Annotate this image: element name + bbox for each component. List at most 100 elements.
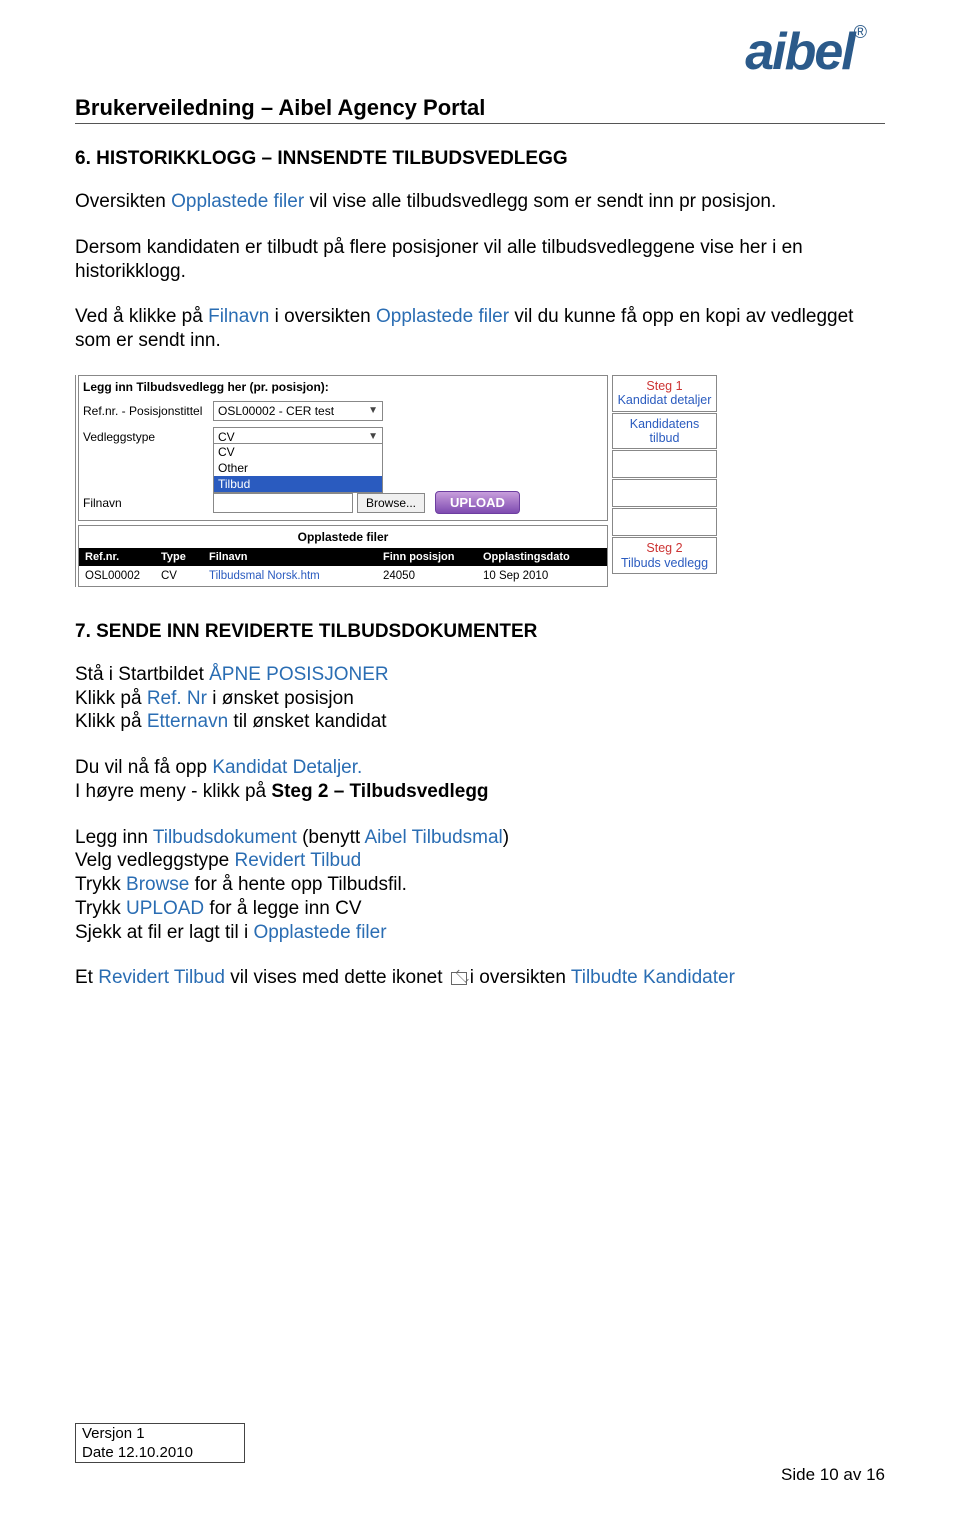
- chevron-down-icon: ▼: [368, 405, 378, 416]
- screenshot-left: Legg inn Tilbudsvedlegg her (pr. posisjo…: [78, 375, 608, 587]
- row-type: Vedleggstype CV ▼ CV Other Tilbud: [83, 424, 603, 450]
- row-file: Filnavn Browse... UPLOAD: [83, 490, 603, 516]
- uploaded-header: Ref.nr. Type Filnavn Finn posisjon Oppla…: [79, 548, 607, 566]
- side-steg1[interactable]: Steg 1 Kandidat detaljer: [612, 375, 717, 412]
- s7-l7-link: Revidert Tilbud: [235, 850, 362, 871]
- side-steg2[interactable]: Steg 2 Tilbuds vedlegg: [612, 537, 717, 574]
- s7-l7-pre: Velg vedleggstype: [75, 850, 235, 871]
- s7-l10-link: Opplastede filer: [253, 922, 386, 943]
- p3-l2: Opplastede filer: [376, 306, 509, 327]
- ur-fil[interactable]: Tilbudsmal Norsk.htm: [203, 566, 377, 586]
- logo-reg: ®: [854, 22, 865, 42]
- s7-l10: Sjekk at fil er lagt til i Opplastede fi…: [75, 921, 885, 945]
- upload-button[interactable]: UPLOAD: [435, 491, 520, 514]
- s7-l3-link: Etternavn: [147, 711, 228, 732]
- envelope-icon: [451, 972, 467, 985]
- s7-l9-link: UPLOAD: [126, 898, 204, 919]
- p1-post: vil vise alle tilbudsvedlegg som er send…: [304, 191, 776, 212]
- s7-l11: Et Revidert Tilbud vil vises med dette i…: [75, 966, 885, 990]
- s7-l10-pre: Sjekk at fil er lagt til i: [75, 922, 253, 943]
- side-kandidat-tilbud[interactable]: Kandidatens tilbud: [612, 413, 717, 450]
- kt-label: Kandidatens tilbud: [630, 417, 700, 445]
- browse-button[interactable]: Browse...: [357, 493, 425, 513]
- s7-l8-link: Browse: [126, 874, 189, 895]
- chevron-down-icon: ▼: [368, 431, 378, 442]
- s7-l3-pre: Klikk på: [75, 711, 147, 732]
- uh-dato: Opplastingsdato: [477, 548, 607, 566]
- s7-l11-mid: vil vises med dette ikonet: [225, 967, 448, 988]
- steg2-title: Steg 2: [646, 541, 682, 555]
- s7-l4-pre: Du vil nå få opp: [75, 757, 212, 778]
- p1-link: Opplastede filer: [171, 191, 304, 212]
- s7-l1: Stå i Startbildet ÅPNE POSISJONER: [75, 663, 885, 687]
- type-dropdown: CV Other Tilbud: [213, 443, 383, 493]
- side-empty-3: [612, 508, 717, 536]
- s7-l4-link: Kandidat Detaljer.: [212, 757, 362, 778]
- s7-l6-mid: (benytt: [297, 827, 365, 848]
- screenshot-sidebar: Steg 1 Kandidat detaljer Kandidatens til…: [612, 375, 717, 587]
- ref-select[interactable]: OSL00002 - CER test ▼: [213, 401, 383, 421]
- p3-pre: Ved å klikke på: [75, 306, 208, 327]
- type-value: CV: [218, 430, 235, 444]
- section6-p3: Ved å klikke på Filnavn i oversikten Opp…: [75, 305, 885, 353]
- steg2-sub: Tilbuds vedlegg: [621, 556, 708, 570]
- s7-l1-pre: Stå i Startbildet: [75, 664, 209, 685]
- dd-other[interactable]: Other: [214, 460, 382, 476]
- footer: Versjon 1 Date 12.10.2010 Side 10 av 16: [75, 1423, 885, 1485]
- uh-pos: Finn posisjon: [377, 548, 477, 566]
- footer-box: Versjon 1 Date 12.10.2010: [75, 1423, 245, 1463]
- s7-l8-pre: Trykk: [75, 874, 126, 895]
- ur-ref: OSL00002: [79, 566, 155, 586]
- uploaded-row: OSL00002 CV Tilbudsmal Norsk.htm 24050 1…: [79, 566, 607, 586]
- upload-form-panel: Legg inn Tilbudsvedlegg her (pr. posisjo…: [78, 375, 608, 521]
- s7-l11-pre: Et: [75, 967, 98, 988]
- ur-dato: 10 Sep 2010: [477, 566, 607, 586]
- s7-l9: Trykk UPLOAD for å legge inn CV: [75, 897, 885, 921]
- dd-tilbud[interactable]: Tilbud: [214, 476, 382, 492]
- file-input[interactable]: [213, 493, 353, 513]
- s7-l6-pre: Legg inn: [75, 827, 153, 848]
- side-empty-1: [612, 450, 717, 478]
- document-page: aibel® Brukerveiledning – Aibel Agency P…: [0, 0, 960, 1515]
- uploaded-files-panel: Opplastede filer Ref.nr. Type Filnavn Fi…: [78, 525, 608, 587]
- s7-l2-link: Ref. Nr: [147, 688, 207, 709]
- ref-value: OSL00002 - CER test: [218, 404, 334, 418]
- s7-l5: I høyre meny - klikk på Steg 2 – Tilbuds…: [75, 780, 885, 804]
- section6-p1: Oversikten Opplastede filer vil vise all…: [75, 190, 885, 214]
- form-screenshot: Legg inn Tilbudsvedlegg her (pr. posisjo…: [75, 375, 885, 587]
- s7-l3: Klikk på Etternavn til ønsket kandidat: [75, 710, 885, 734]
- footer-date: Date 12.10.2010: [76, 1443, 244, 1462]
- uploaded-title: Opplastede filer: [79, 526, 607, 548]
- p3-l1: Filnavn: [208, 306, 269, 327]
- type-label: Vedleggstype: [83, 430, 213, 444]
- uh-ref: Ref.nr.: [79, 548, 155, 566]
- dd-cv[interactable]: CV: [214, 444, 382, 460]
- s7-l6: Legg inn Tilbudsdokument (benytt Aibel T…: [75, 826, 885, 850]
- s7-l6-l1: Tilbudsdokument: [153, 827, 297, 848]
- uh-fil: Filnavn: [203, 548, 377, 566]
- s7-l2-pre: Klikk på: [75, 688, 147, 709]
- panel-title: Legg inn Tilbudsvedlegg her (pr. posisjo…: [83, 380, 603, 394]
- steg1-sub: Kandidat detaljer: [618, 393, 712, 407]
- file-label: Filnavn: [83, 496, 213, 510]
- row-ref: Ref.nr. - Posisjonstittel OSL00002 - CER…: [83, 398, 603, 424]
- ur-pos: 24050: [377, 566, 477, 586]
- s7-l9-post: for å legge inn CV: [204, 898, 361, 919]
- section6-heading: 6. HISTORIKKLOGG – INNSENDTE TILBUDSVEDL…: [75, 148, 885, 170]
- s7-l6-post: ): [503, 827, 509, 848]
- s7-l4: Du vil nå få opp Kandidat Detaljer.: [75, 756, 885, 780]
- s7-l8: Trykk Browse for å hente opp Tilbudsfil.: [75, 873, 885, 897]
- title-rule: [75, 123, 885, 124]
- logo-text: aibel: [745, 23, 854, 81]
- side-empty-2: [612, 479, 717, 507]
- ur-type: CV: [155, 566, 203, 586]
- s7-l9-pre: Trykk: [75, 898, 126, 919]
- p1-pre: Oversikten: [75, 191, 171, 212]
- document-title: Brukerveiledning – Aibel Agency Portal: [75, 95, 885, 121]
- s7-l3-post: til ønsket kandidat: [228, 711, 386, 732]
- s7-l2-post: i ønsket posisjon: [207, 688, 354, 709]
- s7-l5-pre: I høyre meny - klikk på: [75, 781, 271, 802]
- s7-l6-l2: Aibel Tilbudsmal: [364, 827, 502, 848]
- s7-l11-post: i oversikten: [470, 967, 571, 988]
- s7-l5-bold: Steg 2 – Tilbudsvedlegg: [271, 781, 488, 802]
